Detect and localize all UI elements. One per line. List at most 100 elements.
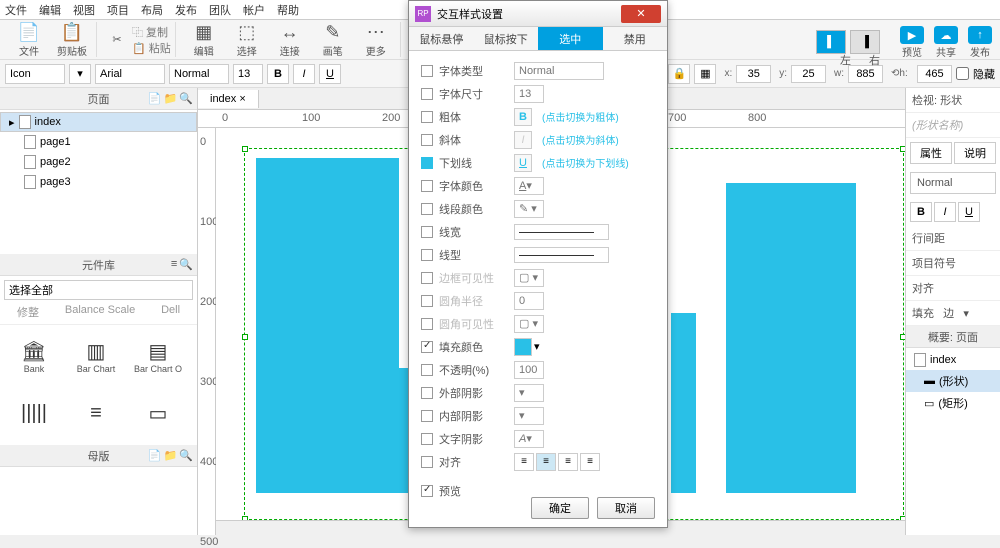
right-underline-button[interactable]: U bbox=[958, 202, 980, 222]
lib-item-battery[interactable]: ▭ bbox=[128, 386, 188, 441]
align-justify-btn[interactable]: ≡ bbox=[580, 453, 600, 471]
props-tab[interactable]: 属性 bbox=[910, 142, 952, 164]
line-color-select[interactable]: ✎ ▾ bbox=[514, 200, 544, 218]
underline-button[interactable]: U bbox=[319, 64, 341, 84]
tree-item-page1[interactable]: page1 bbox=[0, 132, 197, 152]
line-width-select[interactable] bbox=[514, 224, 609, 240]
master-folder-icon[interactable]: 📁 bbox=[164, 449, 178, 462]
chk-font-color[interactable] bbox=[421, 180, 433, 192]
corner-r-input[interactable]: 0 bbox=[514, 292, 544, 310]
style-select[interactable]: Normal bbox=[910, 172, 996, 194]
menu-edit[interactable]: 编辑 bbox=[39, 2, 61, 18]
lib-item-barchart[interactable]: ▥Bar Chart bbox=[66, 329, 126, 384]
chk-text-shadow[interactable] bbox=[421, 433, 433, 445]
chk-fill-color[interactable] bbox=[421, 341, 433, 353]
library-search-input[interactable] bbox=[4, 280, 193, 300]
file-button[interactable]: 📄文件 bbox=[9, 22, 49, 58]
border-vis-select[interactable]: ▢ ▾ bbox=[514, 269, 544, 287]
tab-mousedown[interactable]: 鼠标按下 bbox=[474, 27, 539, 50]
shape-rect-4[interactable] bbox=[726, 183, 856, 493]
share-button[interactable]: ☁共享 bbox=[934, 26, 958, 59]
paste-label[interactable]: 📋 粘贴 bbox=[132, 40, 171, 56]
tab-disabled[interactable]: 禁用 bbox=[603, 27, 668, 50]
cancel-button[interactable]: 取消 bbox=[597, 497, 655, 519]
bold-button[interactable]: B bbox=[267, 64, 289, 84]
chk-font-family[interactable] bbox=[421, 65, 433, 77]
lib-search-icon[interactable]: 🔍 bbox=[179, 258, 193, 271]
dialog-titlebar[interactable]: RP 交互样式设置 ✕ bbox=[409, 1, 667, 27]
right-bold-button[interactable]: B bbox=[910, 202, 932, 222]
font-select[interactable]: Arial bbox=[95, 64, 165, 84]
lock-icon[interactable]: 🔒 bbox=[668, 64, 690, 84]
lib-item-barcode[interactable]: ||||| bbox=[4, 386, 64, 441]
lib-item-bank[interactable]: 🏛Bank bbox=[4, 329, 64, 384]
chk-font-size[interactable] bbox=[421, 88, 433, 100]
menu-file[interactable]: 文件 bbox=[5, 2, 27, 18]
menu-help[interactable]: 帮助 bbox=[277, 2, 299, 18]
font-family-select[interactable]: Normal bbox=[514, 62, 604, 80]
preview-button[interactable]: ▶预览 bbox=[900, 26, 924, 59]
shape-rect-3[interactable] bbox=[671, 313, 696, 493]
edit-button[interactable]: ▦编辑 bbox=[184, 22, 224, 58]
outline-index[interactable]: index bbox=[906, 350, 1000, 370]
align-center-btn[interactable]: ≡ bbox=[536, 453, 556, 471]
lib-item-menu[interactable]: ≡ bbox=[66, 386, 126, 441]
dup-label[interactable]: ⿻ 复制 bbox=[132, 24, 171, 40]
hide-checkbox[interactable] bbox=[956, 67, 969, 80]
chk-line-style[interactable] bbox=[421, 249, 433, 261]
text-shadow-select[interactable]: A ▾ bbox=[514, 430, 544, 448]
font-size-select[interactable]: 13 bbox=[514, 85, 544, 103]
chk-corner-r[interactable] bbox=[421, 295, 433, 307]
link-button[interactable]: ↔连接 bbox=[270, 22, 310, 58]
grid-icon[interactable]: ▦ bbox=[694, 64, 716, 84]
tab-hover[interactable]: 鼠标悬停 bbox=[409, 27, 474, 50]
shape-dropdown-icon[interactable]: ▾ bbox=[69, 64, 91, 84]
chk-line-color[interactable] bbox=[421, 203, 433, 215]
close-button[interactable]: ✕ bbox=[621, 5, 661, 23]
page-add-icon[interactable]: 📄 bbox=[148, 92, 162, 105]
notes-tab[interactable]: 说明 bbox=[954, 142, 996, 164]
y-input[interactable] bbox=[791, 65, 826, 83]
menu-view[interactable]: 视图 bbox=[73, 2, 95, 18]
line-style-select[interactable] bbox=[514, 247, 609, 263]
chk-opacity[interactable] bbox=[421, 364, 433, 376]
h-input[interactable] bbox=[917, 65, 952, 83]
tab-selected[interactable]: 选中 bbox=[538, 27, 603, 50]
shape-rect-1[interactable] bbox=[256, 158, 399, 493]
weight-select[interactable]: Normal bbox=[169, 64, 229, 84]
shape-name-field[interactable]: (形状名称) bbox=[906, 113, 1000, 138]
chk-align[interactable] bbox=[421, 456, 433, 468]
more-button[interactable]: ⋯更多 bbox=[356, 22, 396, 58]
chk-corner-vis[interactable] bbox=[421, 318, 433, 330]
clipboard-button[interactable]: 📋剪贴板 bbox=[52, 22, 92, 58]
chk-inner-shadow[interactable] bbox=[421, 410, 433, 422]
chk-bold[interactable] bbox=[421, 111, 433, 123]
pen-button[interactable]: ✎画笔 bbox=[313, 22, 353, 58]
menu-project[interactable]: 项目 bbox=[107, 2, 129, 18]
tree-item-index[interactable]: ▸index bbox=[0, 112, 197, 132]
underline-toggle[interactable]: U bbox=[514, 154, 532, 172]
align-left-button[interactable]: ▌ bbox=[816, 30, 846, 54]
master-search-icon[interactable]: 🔍 bbox=[179, 449, 193, 462]
chk-outer-shadow[interactable] bbox=[421, 387, 433, 399]
tab-index[interactable]: index × bbox=[198, 90, 259, 108]
align-right-button[interactable]: ▐ bbox=[850, 30, 880, 54]
outline-shape[interactable]: ▬(形状) bbox=[906, 370, 1000, 392]
menu-team[interactable]: 团队 bbox=[209, 2, 231, 18]
cut-icon[interactable]: ✂ bbox=[105, 28, 129, 52]
lib-menu-icon[interactable]: ≡ bbox=[171, 258, 177, 271]
chk-line-width[interactable] bbox=[421, 226, 433, 238]
x-input[interactable] bbox=[736, 65, 771, 83]
corner-vis-select[interactable]: ▢ ▾ bbox=[514, 315, 544, 333]
menu-layout[interactable]: 布局 bbox=[141, 2, 163, 18]
chk-underline[interactable] bbox=[421, 157, 433, 169]
opacity-input[interactable]: 100 bbox=[514, 361, 544, 379]
lib-item-barcharto[interactable]: ▤Bar Chart O bbox=[128, 329, 188, 384]
chk-border-vis[interactable] bbox=[421, 272, 433, 284]
font-color-select[interactable]: A ▾ bbox=[514, 177, 544, 195]
master-add-icon[interactable]: 📄 bbox=[148, 449, 162, 462]
select-button[interactable]: ⬚选择 bbox=[227, 22, 267, 58]
size-select[interactable]: 13 bbox=[233, 64, 263, 84]
outer-shadow-select[interactable]: ▾ bbox=[514, 384, 544, 402]
close-icon[interactable]: × bbox=[239, 93, 245, 105]
